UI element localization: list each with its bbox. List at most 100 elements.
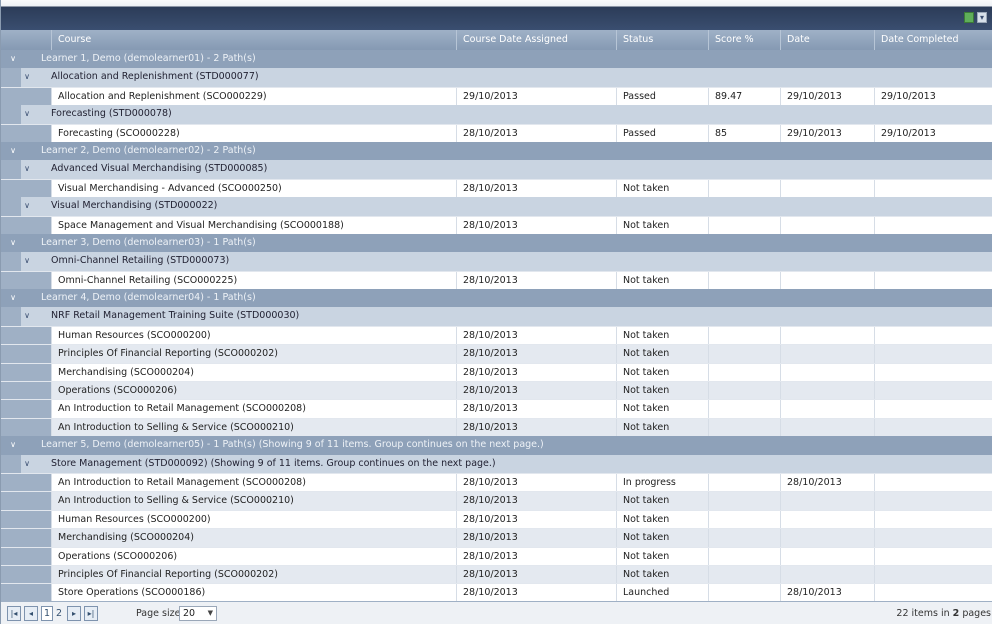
table-row[interactable]: Operations (SCO000206) 28/10/2013 Not take… <box>1 546 992 565</box>
export-excel-icon[interactable] <box>964 12 974 23</box>
row-indent <box>1 510 51 529</box>
row-indent <box>1 547 51 565</box>
table-row[interactable]: An Introduction to Retail Management (SC… <box>1 399 992 418</box>
cell-date-completed <box>874 547 992 565</box>
cell-course-date-assigned: 28/10/2013 <box>456 473 616 492</box>
cell-course-date-assigned: 28/10/2013 <box>456 179 616 198</box>
path-group-row[interactable]: ∨ Advanced Visual Merchandising (STD00008… <box>1 160 992 179</box>
table-row[interactable]: An Introduction to Retail Management (SC… <box>1 472 992 492</box>
row-indent <box>1 124 51 142</box>
column-header-status[interactable]: Status <box>616 30 708 50</box>
chevron-down-icon[interactable]: ∨ <box>21 197 33 215</box>
last-page-button[interactable]: ▸| <box>84 606 98 621</box>
chevron-down-icon[interactable]: ∨ <box>7 289 19 307</box>
chevron-down-icon[interactable]: ∨ <box>21 455 33 473</box>
chevron-down-icon[interactable]: ∨ <box>21 252 33 270</box>
learner-course-grid: ▾ Course Course Date Assigned Status Score … <box>0 0 992 624</box>
header-indent <box>1 30 51 50</box>
table-row[interactable]: An Introduction to Selling & Service (SC… <box>1 491 992 510</box>
cell-course: Omni-Channel Retailing (SCO000225) <box>51 271 456 290</box>
table-row[interactable]: Visual Merchandising - Advanced (SCO0002… <box>1 178 992 198</box>
path-group-row[interactable]: ∨ Allocation and Replenishment (STD000077… <box>1 68 992 87</box>
path-group-row[interactable]: ∨ Visual Merchandising (STD000022) <box>1 197 992 216</box>
table-row[interactable]: Space Management and Visual Merchandisin… <box>1 215 992 234</box>
cell-status: Not taken <box>616 547 708 565</box>
cell-course: Human Resources (SCO000200) <box>51 326 456 345</box>
table-row[interactable]: Forecasting (SCO000228) 28/10/2013 Passed 8… <box>1 123 992 142</box>
cell-course: Merchandising (SCO000204) <box>51 529 456 547</box>
table-row[interactable]: Human Resources (SCO000200) 28/10/2013 Not… <box>1 509 992 529</box>
row-indent <box>1 271 51 290</box>
cell-date-completed <box>874 565 992 584</box>
path-group-row[interactable]: ∨ Store Management (STD000092) (Showing 9… <box>1 454 992 473</box>
chevron-down-icon[interactable]: ∨ <box>21 160 33 178</box>
chevron-down-icon[interactable]: ∨ <box>7 234 19 252</box>
cell-course: An Introduction to Retail Management (SC… <box>51 473 456 492</box>
cell-date-completed <box>874 326 992 345</box>
table-row[interactable]: Operations (SCO000206) 28/10/2013 Not take… <box>1 381 992 400</box>
column-header-course[interactable]: Course <box>51 30 456 50</box>
table-row[interactable]: Merchandising (SCO000204) 28/10/2013 Not t… <box>1 362 992 382</box>
cell-course: Store Operations (SCO000186) <box>51 584 456 601</box>
pager-summary: 22 items in 2 pages <box>896 606 991 621</box>
chevron-down-icon[interactable]: ∨ <box>21 68 33 86</box>
page-number[interactable]: 2 <box>56 606 62 621</box>
previous-page-button[interactable]: ◂ <box>24 606 38 621</box>
cell-date-completed <box>874 345 992 363</box>
cell-course-date-assigned: 28/10/2013 <box>456 382 616 400</box>
chevron-down-icon[interactable]: ▾ <box>977 12 987 23</box>
cell-score <box>708 565 780 584</box>
cell-status: Not taken <box>616 326 708 345</box>
column-header-score[interactable]: Score % <box>708 30 780 50</box>
chevron-down-icon[interactable]: ∨ <box>21 307 33 325</box>
table-row[interactable]: An Introduction to Selling & Service (SC… <box>1 417 992 437</box>
table-row[interactable]: Allocation and Replenishment (SCO000229)… <box>1 86 992 106</box>
table-row[interactable]: Principles Of Financial Reporting (SCO00… <box>1 344 992 363</box>
path-group-row[interactable]: ∨ Omni-Channel Retailing (STD000073) <box>1 252 992 271</box>
cell-score: 89.47 <box>708 87 780 106</box>
cell-score <box>708 400 780 418</box>
cell-status: Launched <box>616 584 708 601</box>
cell-course: An Introduction to Retail Management (SC… <box>51 400 456 418</box>
first-page-button[interactable]: |◂ <box>7 606 21 621</box>
page-size-select[interactable]: 20 ▼ <box>179 606 217 621</box>
page-number-current[interactable]: 1 <box>41 606 54 621</box>
cell-date <box>780 492 874 510</box>
path-group-label: NRF Retail Management Training Suite (ST… <box>51 310 300 322</box>
table-row[interactable]: Store Operations (SCO000186) 28/10/2013 La… <box>1 583 992 601</box>
cell-date <box>780 345 874 363</box>
learner-group-row[interactable]: ∨ Learner 1, Demo (demolearner01) - 2 Pat… <box>1 50 992 69</box>
path-group-row[interactable]: ∨ NRF Retail Management Training Suite (S… <box>1 307 992 326</box>
learner-group-row[interactable]: ∨ Learner 4, Demo (demolearner04) - 1 Pat… <box>1 289 992 308</box>
column-header-course-date-assigned[interactable]: Course Date Assigned <box>456 30 616 50</box>
cell-status: Not taken <box>616 510 708 529</box>
learner-group-row[interactable]: ∨ Learner 3, Demo (demolearner03) - 1 Pat… <box>1 233 992 253</box>
table-row[interactable]: Principles Of Financial Reporting (SCO00… <box>1 564 992 584</box>
chevron-down-icon[interactable]: ∨ <box>21 105 33 123</box>
learner-group-label: Learner 1, Demo (demolearner01) - 2 Path… <box>41 53 256 64</box>
cell-score <box>708 529 780 547</box>
chevron-down-icon[interactable]: ∨ <box>7 50 19 68</box>
path-group-row[interactable]: ∨ Forecasting (STD000078) <box>1 105 992 124</box>
cell-course-date-assigned: 28/10/2013 <box>456 363 616 382</box>
learner-group-label: Learner 4, Demo (demolearner04) - 1 Path… <box>41 292 256 304</box>
row-indent <box>1 307 21 326</box>
summary-pages: 2 <box>952 608 960 619</box>
cell-status: Passed <box>616 87 708 106</box>
learner-group-row[interactable]: ∨ Learner 2, Demo (demolearner02) - 2 Pat… <box>1 141 992 161</box>
next-page-button[interactable]: ▸ <box>67 606 81 621</box>
chevron-down-icon[interactable]: ∨ <box>7 436 19 454</box>
cell-course-date-assigned: 28/10/2013 <box>456 326 616 345</box>
grid-rows: ∨ Learner 1, Demo (demolearner01) - 2 Pat… <box>1 50 992 601</box>
table-row[interactable]: Merchandising (SCO000204) 28/10/2013 Not t… <box>1 528 992 547</box>
chevron-down-icon[interactable]: ∨ <box>7 142 19 160</box>
cell-date-completed <box>874 418 992 437</box>
table-row[interactable]: Omni-Channel Retailing (SCO000225) 28/10/… <box>1 270 992 290</box>
cell-status: Not taken <box>616 345 708 363</box>
cell-course: An Introduction to Selling & Service (SC… <box>51 418 456 437</box>
learner-group-row[interactable]: ∨ Learner 5, Demo (demolearner05) - 1 Pat… <box>1 436 992 455</box>
column-header-date[interactable]: Date <box>780 30 874 50</box>
column-header-date-completed[interactable]: Date Completed <box>874 30 992 50</box>
cell-date-completed <box>874 382 992 400</box>
table-row[interactable]: Human Resources (SCO000200) 28/10/2013 Not… <box>1 325 992 345</box>
